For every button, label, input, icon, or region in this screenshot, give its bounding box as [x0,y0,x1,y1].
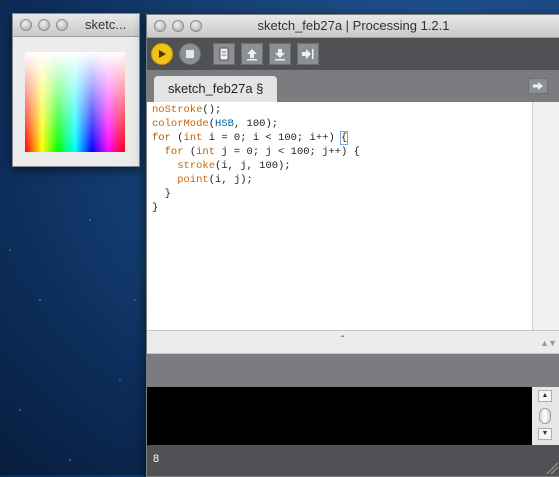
document-icon [219,47,229,61]
scroll-up-button[interactable]: ▲ [538,390,552,402]
code-token: ( [170,132,184,144]
main-window-titlebar[interactable]: sketch_feb27a | Processing 1.2.1 [147,15,559,38]
close-button[interactable] [20,19,32,31]
code-line: point(i, j); [152,173,532,187]
sketch-canvas [25,52,125,152]
code-line: stroke(i, j, 100); [152,159,532,173]
code-token: j = 0; j < 100; j++) { [215,146,360,158]
window-resize-grip-icon[interactable] [547,463,558,474]
console-output[interactable] [147,387,532,445]
zoom-button[interactable] [56,19,68,31]
code-token: } [152,202,159,214]
tab-menu-button[interactable] [528,78,548,94]
code-token: for [152,132,171,144]
text-cursor: { [339,131,349,145]
code-line: for (int i = 0; i < 100; i++) { [152,131,532,145]
code-token: i = 0; i < 100; i++) [202,132,342,144]
collapse-arrow-icon[interactable]: ˆ [341,335,344,346]
code-token: noStroke [152,104,203,116]
code-token: , 100); [233,118,279,130]
code-token: colorMode [152,118,209,130]
scroll-down-button[interactable]: ▼ [538,428,552,440]
message-area [147,354,559,387]
code-token: point [177,174,209,186]
tab-sketch[interactable]: sketch_feb27a § [154,76,278,102]
open-button[interactable] [241,43,263,65]
toolbar [147,38,559,70]
arrow-right-icon [533,82,543,90]
minimize-button[interactable] [172,20,184,32]
code-editor[interactable]: noStroke(); colorMode(HSB, 100); for (int … [147,102,532,330]
close-button[interactable] [154,20,166,32]
code-token: } [152,188,171,200]
arrow-down-icon [275,49,285,61]
minimize-button[interactable] [38,19,50,31]
sketch-output-window[interactable]: sketc... [12,13,140,167]
processing-ide-window[interactable]: sketch_feb27a | Processing 1.2.1 sketch_… [146,14,559,477]
code-token: int [196,146,216,158]
line-number: 8 [153,453,160,465]
code-line: noStroke(); [152,103,532,117]
code-token: HSB [215,118,234,130]
code-token: stroke [177,160,216,172]
tab-bar: sketch_feb27a § [147,70,559,102]
line-status-bar: 8 [147,445,559,476]
splitter-bar[interactable]: ˆ ▲▼ [147,330,559,354]
code-token: int [183,132,203,144]
code-token: (); [202,104,222,116]
editor-scrollbar[interactable] [532,102,559,330]
sketch-window-title: sketc... [85,17,127,32]
code-token: for [152,146,184,158]
zoom-button[interactable] [190,20,202,32]
code-line: } [152,201,532,215]
code-token: ( [183,146,197,158]
stop-icon [186,50,194,58]
console-scrollbar[interactable]: ▲ ▼ [532,387,559,445]
save-button[interactable] [269,43,291,65]
new-button[interactable] [213,43,235,65]
export-button[interactable] [297,43,319,65]
arrow-up-icon [247,49,257,61]
stop-button[interactable] [179,43,201,65]
code-token: (i, j, 100); [215,160,291,172]
arrow-right-icon [302,49,314,59]
scroll-thumb[interactable] [539,408,551,424]
window-title: sketch_feb27a | Processing 1.2.1 [257,18,450,33]
sketch-window-titlebar[interactable]: sketc... [13,14,139,37]
code-token: (i, j); [208,174,253,186]
code-line: } [152,187,532,201]
code-line: for (int j = 0; j < 100; j++) { [152,145,532,159]
code-line: colorMode(HSB, 100); [152,117,532,131]
play-icon [159,50,166,58]
splitter-grip-icon[interactable]: ▲▼ [540,338,557,348]
run-button[interactable] [151,43,173,65]
